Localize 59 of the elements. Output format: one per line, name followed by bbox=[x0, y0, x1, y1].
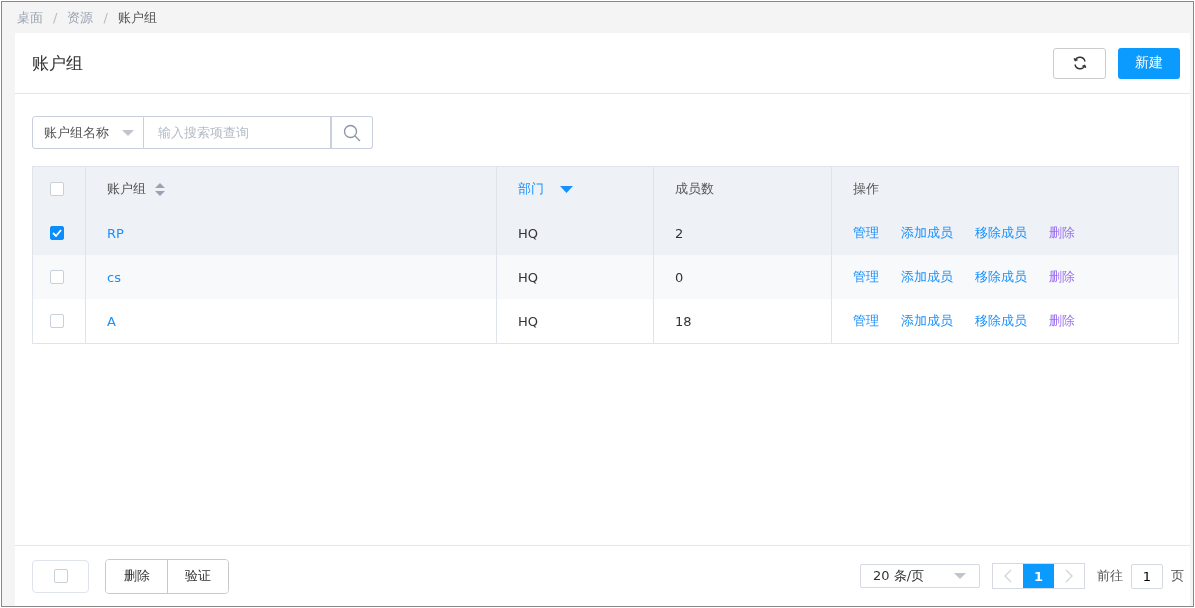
action-link[interactable]: 添加成员 bbox=[901, 224, 953, 242]
page-number-button[interactable]: 1 bbox=[1023, 564, 1054, 588]
breadcrumb-item: 账户组 bbox=[117, 8, 157, 27]
footer-button[interactable]: 验证 bbox=[167, 559, 228, 593]
action-link[interactable]: 移除成员 bbox=[975, 224, 1027, 242]
goto-label: 前往 bbox=[1097, 567, 1123, 585]
column-header[interactable]: 部门 bbox=[518, 180, 544, 198]
breadcrumb-separator: / bbox=[53, 10, 58, 25]
action-link[interactable]: 移除成员 bbox=[975, 312, 1027, 330]
table-cell: 2 bbox=[675, 225, 684, 241]
breadcrumb-item[interactable]: 桌面 bbox=[17, 8, 43, 27]
table-row[interactable]: cs HQ 0 管理 添加成员 移除成员 删除 bbox=[33, 255, 1178, 299]
table-row[interactable]: RP HQ 2 管理 添加成员 移除成员 删除 bbox=[33, 211, 1178, 255]
column-header: 成员数 bbox=[675, 180, 714, 198]
checkbox[interactable] bbox=[50, 182, 64, 196]
search-field-select[interactable]: 账户组名称 bbox=[32, 116, 144, 149]
caret-icon bbox=[953, 572, 967, 580]
page-input[interactable]: 1 bbox=[1131, 563, 1163, 589]
group-name-link[interactable]: RP bbox=[107, 225, 124, 241]
action-link[interactable]: 删除 bbox=[1049, 268, 1075, 286]
action-link[interactable]: 移除成员 bbox=[975, 268, 1027, 286]
caret-icon bbox=[121, 128, 135, 137]
checkbox[interactable] bbox=[50, 314, 64, 328]
group-name-link[interactable]: A bbox=[107, 313, 116, 329]
group-name-link[interactable]: cs bbox=[107, 269, 121, 285]
checkbox[interactable] bbox=[50, 226, 64, 240]
page-suffix: 页 bbox=[1171, 567, 1184, 585]
search-button[interactable] bbox=[332, 116, 373, 149]
checkbox[interactable] bbox=[53, 569, 68, 583]
breadcrumb-separator: / bbox=[103, 10, 108, 25]
action-link[interactable]: 添加成员 bbox=[901, 268, 953, 286]
page-size-select[interactable]: 20 条/页 bbox=[860, 564, 980, 588]
table-cell: 18 bbox=[675, 313, 692, 329]
action-link[interactable]: 添加成员 bbox=[901, 312, 953, 330]
action-link[interactable]: 管理 bbox=[853, 224, 879, 242]
search-input[interactable]: 输入搜索项查询 bbox=[144, 116, 332, 149]
sort-descending-icon[interactable] bbox=[560, 185, 573, 193]
table-cell: HQ bbox=[518, 269, 538, 285]
column-header: 操作 bbox=[853, 180, 879, 198]
table-cell: 0 bbox=[675, 269, 684, 285]
refresh-button[interactable] bbox=[1053, 47, 1106, 79]
table-cell: HQ bbox=[518, 225, 538, 241]
checkbox[interactable] bbox=[50, 270, 64, 284]
chevron-right-icon bbox=[1065, 569, 1073, 583]
breadcrumb-item[interactable]: 资源 bbox=[67, 8, 94, 27]
refresh-icon bbox=[1071, 55, 1088, 71]
select-all-button[interactable] bbox=[32, 559, 89, 593]
column-header[interactable]: 账户组 bbox=[107, 180, 146, 198]
action-link[interactable]: 管理 bbox=[853, 268, 879, 286]
page-title: 账户组 bbox=[32, 51, 83, 75]
chevron-left-icon bbox=[1004, 569, 1012, 583]
table-cell: HQ bbox=[518, 313, 538, 329]
sort-icon[interactable] bbox=[155, 182, 165, 196]
action-link[interactable]: 管理 bbox=[853, 312, 879, 330]
search-icon bbox=[343, 123, 361, 142]
action-link[interactable]: 删除 bbox=[1049, 224, 1075, 242]
action-link[interactable]: 删除 bbox=[1049, 312, 1075, 330]
table-row[interactable]: A HQ 18 管理 添加成员 移除成员 删除 bbox=[33, 299, 1178, 343]
new-button[interactable]: 新建 bbox=[1118, 47, 1180, 79]
